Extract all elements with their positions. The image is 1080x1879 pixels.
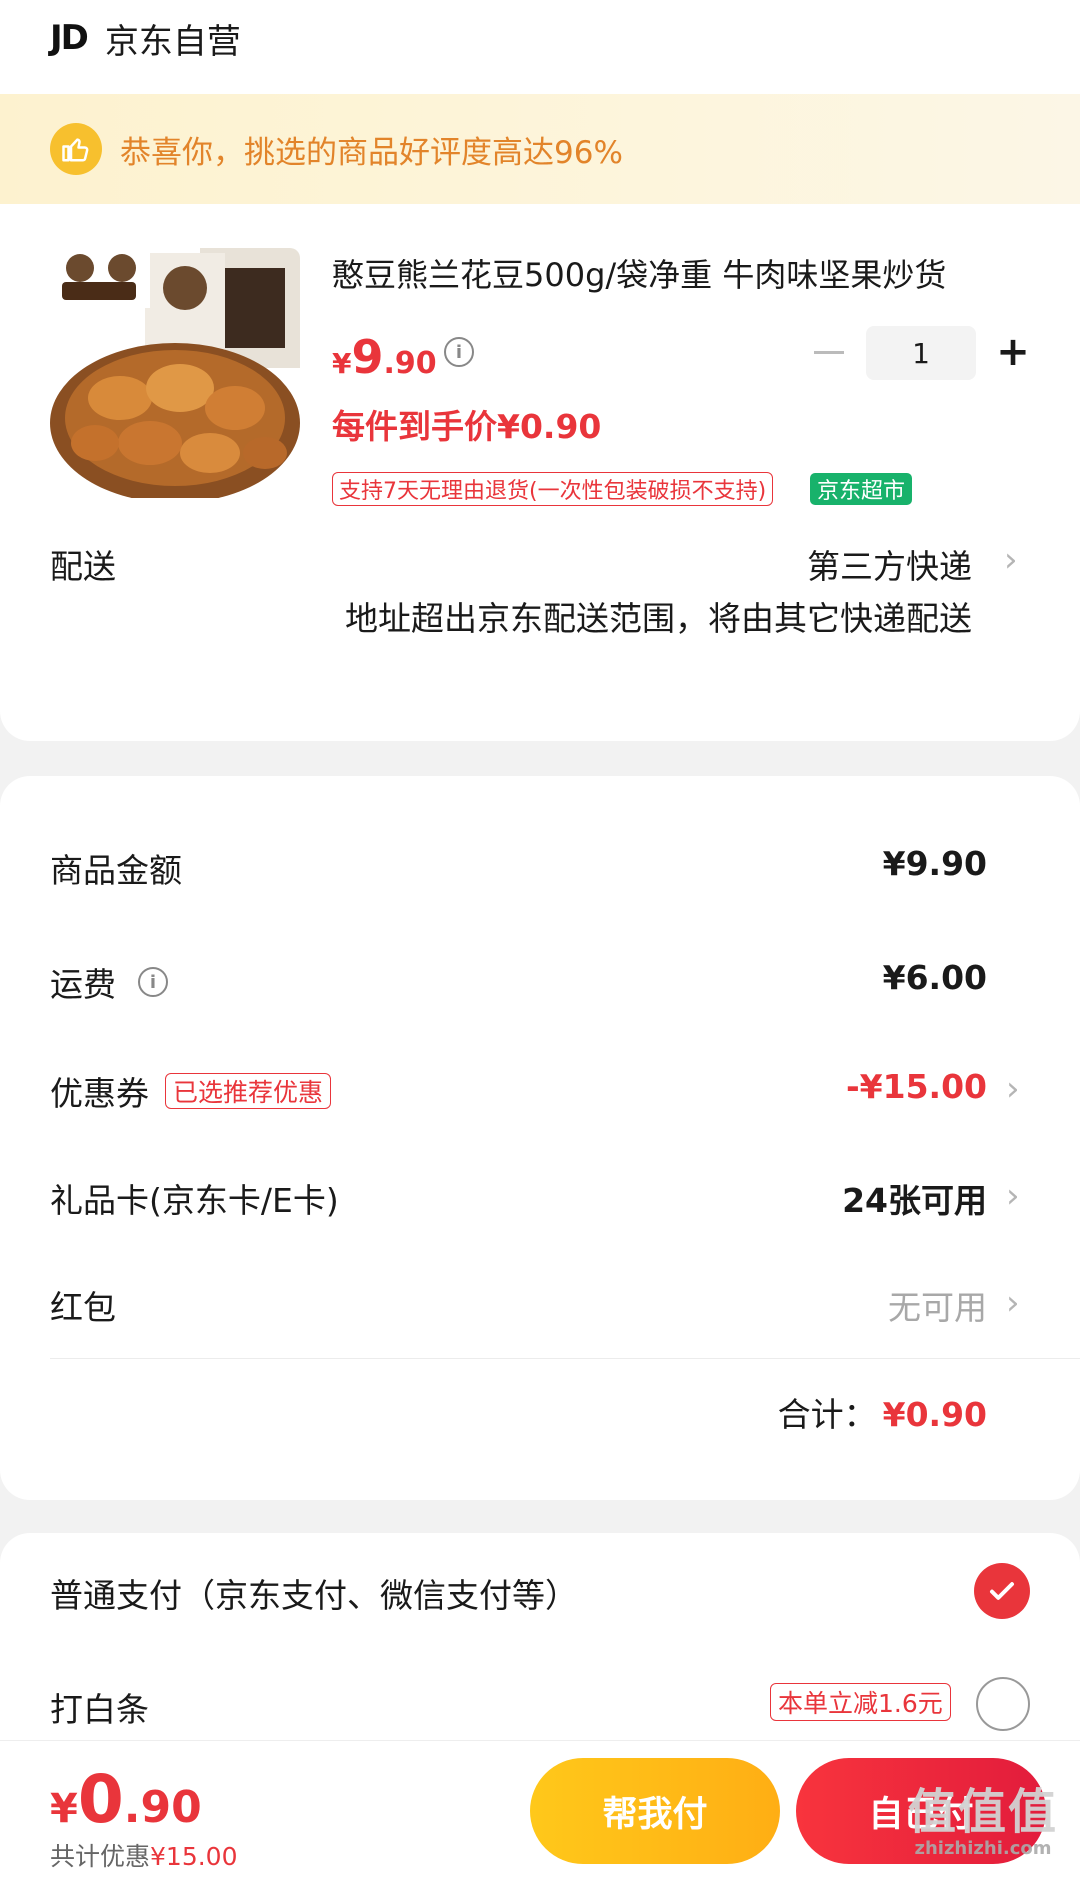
return-policy-tag: 支持7天无理由退货(一次性包装破损不支持) — [332, 472, 774, 506]
total-savings: 共计优惠¥15.00 — [50, 1837, 238, 1873]
baitiao-radio[interactable] — [976, 1677, 1030, 1731]
jd-supermarket-tag: 京东超市 — [810, 473, 913, 505]
total-decimal: .90 — [123, 1782, 202, 1833]
store-header[interactable]: JD 京东自营 — [50, 18, 241, 62]
redpack-value[interactable]: 无可用 — [888, 1281, 987, 1329]
shipping-label: 配送 — [50, 547, 116, 586]
site-watermark: 值值值 zhizhizhi.com — [898, 1786, 1068, 1859]
shipping-note: 地址超出京东配送范围，将由其它快递配送 — [345, 599, 972, 638]
quantity-decrease-button[interactable] — [812, 332, 846, 372]
price-integer: 9 — [351, 330, 384, 384]
freight-value: ¥6.00 — [882, 958, 987, 997]
thumbs-up-icon — [50, 123, 102, 175]
total-currency: ¥ — [50, 1786, 78, 1832]
watermark-logo: 值值值 — [907, 1784, 1058, 1840]
coupon-value[interactable]: -¥15.00 — [846, 1067, 987, 1106]
redpack-label[interactable]: 红包 — [50, 1281, 116, 1329]
giftcard-label[interactable]: 礼品卡(京东卡/E卡) — [50, 1174, 339, 1222]
freight-label: 运费 — [50, 965, 116, 1004]
chevron-right-icon[interactable]: › — [1006, 1176, 1020, 1216]
normal-payment-label[interactable]: 普通支付（京东支付、微信支付等） — [50, 1569, 578, 1617]
quantity-input[interactable]: 1 — [866, 326, 976, 380]
store-name: 京东自营 — [104, 21, 241, 62]
rating-banner: 恭喜你，挑选的商品好评度高达96% — [0, 94, 1080, 204]
coupon-recommended-tag: 已选推荐优惠 — [165, 1073, 332, 1109]
rating-banner-text: 恭喜你，挑选的商品好评度高达96% — [120, 134, 623, 171]
giftcard-value[interactable]: 24张可用 — [842, 1174, 987, 1222]
amount-card: 商品金额 ¥9.90 运费 i ¥6.00 优惠券 已选推荐优惠 -¥15.00… — [0, 776, 1080, 1500]
order-store-card: JD 京东自营 恭喜你，挑选的商品好评度高达96% 憨豆熊兰花豆500g/袋净重… — [0, 0, 1080, 741]
price-decimal: .90 — [383, 346, 437, 381]
jd-logo-icon: JD — [50, 18, 89, 58]
price-currency: ¥ — [332, 347, 352, 380]
help-me-pay-button[interactable]: 帮我付 — [530, 1758, 780, 1864]
quantity-increase-button[interactable]: + — [993, 329, 1033, 375]
shipping-method[interactable]: 第三方快递 — [807, 540, 972, 588]
price-info-icon[interactable]: i — [444, 337, 474, 367]
check-icon[interactable] — [974, 1563, 1030, 1619]
coupon-row[interactable]: 优惠券 已选推荐优惠 — [50, 1067, 332, 1115]
coupon-label: 优惠券 — [50, 1074, 149, 1113]
total-savings-label: 共计优惠 — [50, 1842, 151, 1871]
product-image[interactable] — [50, 248, 300, 498]
total-savings-value: ¥15.00 — [150, 1842, 238, 1871]
goods-amount-label: 商品金额 — [50, 851, 182, 890]
watermark-url: zhizhizhi.com — [914, 1838, 1052, 1859]
subtotal-value: ¥0.90 — [882, 1395, 987, 1434]
divider — [50, 1358, 1080, 1359]
subtotal: 合计： ¥0.90 — [778, 1388, 987, 1436]
checkout-total: ¥0.90 — [50, 1761, 202, 1838]
goods-amount-value: ¥9.90 — [882, 844, 987, 883]
freight-info-icon[interactable]: i — [138, 967, 168, 997]
freight-row: 运费 i — [50, 958, 168, 1006]
product-price: ¥9.90 — [332, 330, 437, 384]
unit-final-price: 每件到手价¥0.90 — [332, 407, 602, 446]
total-integer: 0 — [77, 1761, 124, 1838]
chevron-right-icon[interactable]: › — [1006, 1283, 1020, 1323]
chevron-right-icon[interactable]: › — [1004, 540, 1018, 580]
chevron-right-icon[interactable]: › — [1006, 1069, 1020, 1109]
baitiao-discount-tag: 本单立减1.6元 — [770, 1683, 951, 1721]
product-title[interactable]: 憨豆熊兰花豆500g/袋净重 牛肉味坚果炒货 — [332, 250, 1032, 296]
baitiao-payment-label[interactable]: 打白条 — [50, 1683, 149, 1731]
subtotal-label: 合计： — [777, 1395, 877, 1434]
